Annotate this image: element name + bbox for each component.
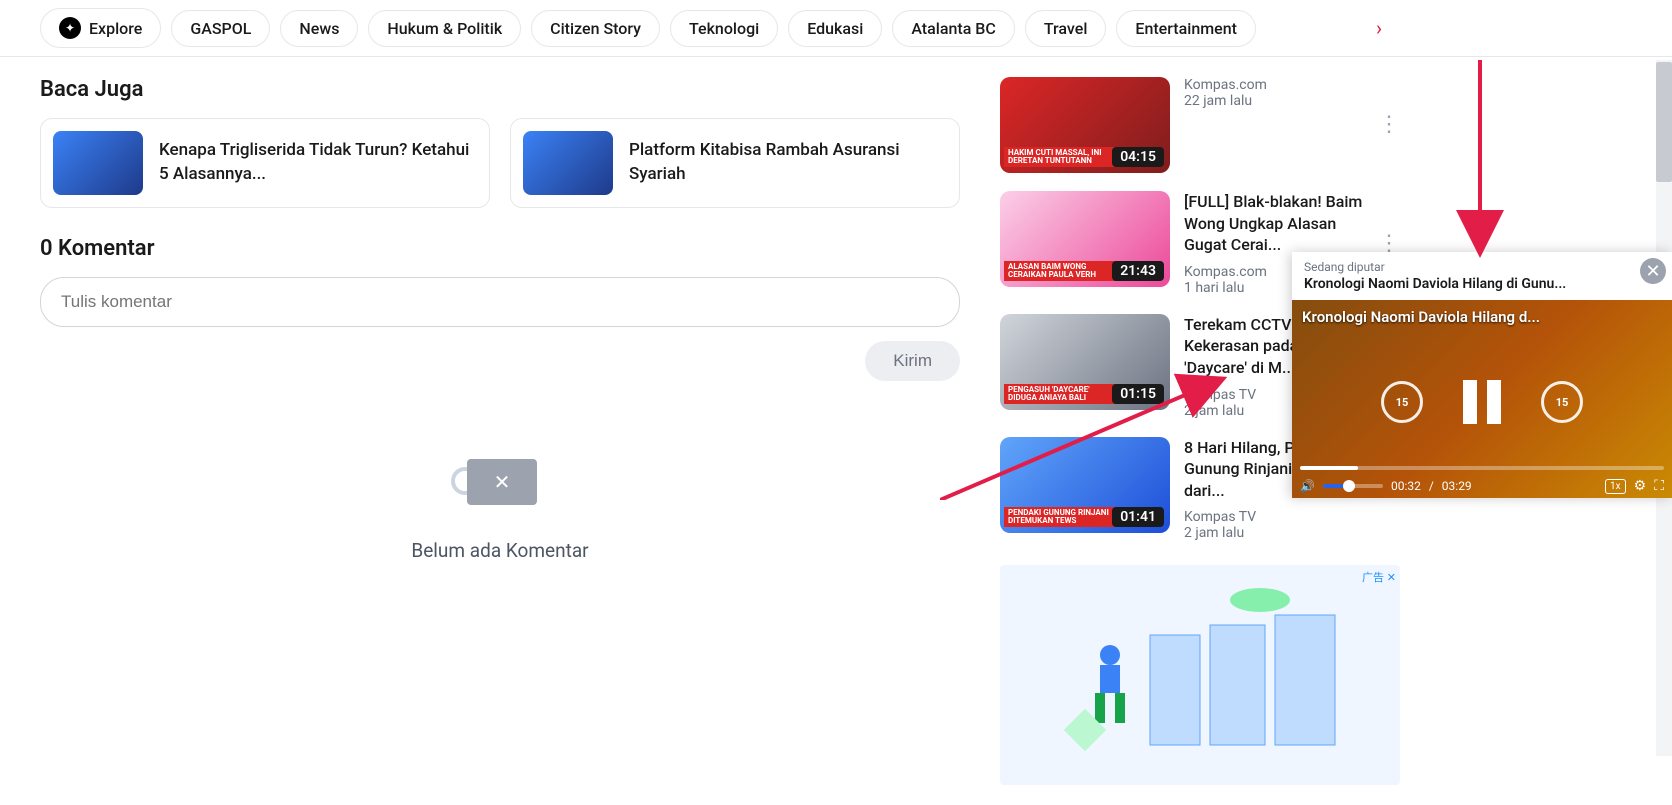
compass-icon: ✦ bbox=[59, 17, 81, 39]
nav-item[interactable]: News bbox=[280, 10, 358, 47]
nav-label: Edukasi bbox=[807, 19, 863, 38]
video-more-icon[interactable]: ⋮ bbox=[1378, 118, 1400, 131]
card-thumb bbox=[523, 131, 613, 195]
video-thumb: HAKIM CUTI MASSAL, INI DERETAN TUNTUTANN… bbox=[1000, 77, 1170, 173]
nav-label: News bbox=[299, 19, 339, 38]
video-caption: HAKIM CUTI MASSAL, INI DERETAN TUNTUTANN bbox=[1004, 147, 1124, 167]
time-total: 03:29 bbox=[1442, 479, 1472, 493]
nav-item[interactable]: Teknologi bbox=[670, 10, 778, 47]
video-source: Kompas.com bbox=[1184, 77, 1364, 93]
baca-juga-title: Baca Juga bbox=[40, 77, 960, 102]
related-cards: Kenapa Trigliserida Tidak Turun? Ketahui… bbox=[40, 118, 960, 208]
video-caption: PENGASUH 'DAYCARE' DIDUGA ANIAYA BALI bbox=[1004, 384, 1124, 404]
video-title: [FULL] Blak-blakan! Baim Wong Ungkap Ala… bbox=[1184, 191, 1364, 256]
player-bottom-controls: 🔊 00:32 / 03:29 1x ⚙ ⛶ bbox=[1300, 478, 1664, 494]
video-duration: 01:41 bbox=[1112, 507, 1164, 527]
scroll-thumb[interactable] bbox=[1656, 62, 1672, 182]
send-row: Kirim bbox=[40, 341, 960, 381]
send-button[interactable]: Kirim bbox=[865, 341, 960, 381]
nav-item[interactable]: Citizen Story bbox=[531, 10, 660, 47]
nav-item[interactable]: Travel bbox=[1025, 10, 1107, 47]
nav-label: GASPOL bbox=[190, 19, 251, 38]
forward-15-icon[interactable]: 15 bbox=[1541, 381, 1583, 423]
nav-label: Citizen Story bbox=[550, 19, 641, 38]
player-close-icon[interactable]: ✕ bbox=[1640, 258, 1666, 284]
progress-bar[interactable] bbox=[1300, 466, 1664, 470]
video-caption: PENDAKI GUNUNG RINJANI DITEMUKAN TEWS bbox=[1004, 507, 1124, 527]
nav-item[interactable]: Entertainment bbox=[1116, 10, 1256, 47]
video-thumb: ALASAN BAIM WONG CERAIKAN PAULA VERH 21:… bbox=[1000, 191, 1170, 287]
nav-item[interactable]: GASPOL bbox=[171, 10, 270, 47]
video-duration: 01:15 bbox=[1112, 384, 1164, 404]
video-time: 2 jam lalu bbox=[1184, 525, 1400, 541]
video-duration: 04:15 bbox=[1112, 147, 1164, 167]
video-time: 22 jam lalu bbox=[1184, 93, 1364, 109]
video-item[interactable]: HAKIM CUTI MASSAL, INI DERETAN TUNTUTANN… bbox=[1000, 77, 1400, 173]
pause-icon[interactable] bbox=[1463, 380, 1501, 424]
player-title: Kronologi Naomi Daviola Hilang di Gunu..… bbox=[1304, 276, 1636, 292]
player-video[interactable]: Kronologi Naomi Daviola Hilang d... 15 1… bbox=[1292, 300, 1672, 498]
video-duration: 21:43 bbox=[1112, 261, 1164, 281]
comments-title: 0 Komentar bbox=[40, 236, 960, 261]
card-thumb bbox=[53, 131, 143, 195]
fullscreen-icon[interactable]: ⛶ bbox=[1654, 478, 1664, 494]
video-more-icon[interactable]: ⋮ bbox=[1378, 237, 1400, 250]
player-overlay-title: Kronologi Naomi Daviola Hilang d... bbox=[1302, 308, 1540, 326]
nav-item[interactable]: Edukasi bbox=[788, 10, 882, 47]
time-current: 00:32 bbox=[1391, 479, 1421, 493]
player-controls: 15 15 bbox=[1292, 380, 1672, 424]
empty-illustration-icon: ✕ bbox=[425, 421, 575, 521]
servers-illustration-icon bbox=[1040, 585, 1360, 765]
speed-badge[interactable]: 1x bbox=[1605, 479, 1626, 494]
nav-label: Teknologi bbox=[689, 19, 759, 38]
empty-text: Belum ada Komentar bbox=[411, 539, 588, 562]
settings-icon[interactable]: ⚙ bbox=[1634, 478, 1647, 494]
nav-explore-label: Explore bbox=[89, 19, 142, 38]
related-card[interactable]: Platform Kitabisa Rambah Asuransi Syaria… bbox=[510, 118, 960, 208]
video-source: Kompas TV bbox=[1184, 509, 1400, 525]
video-info: Kompas.com 22 jam lalu bbox=[1184, 77, 1364, 173]
nav-item[interactable]: Hukum & Politik bbox=[368, 10, 521, 47]
video-thumb: PENGASUH 'DAYCARE' DIDUGA ANIAYA BALI 01… bbox=[1000, 314, 1170, 410]
video-thumb: PENDAKI GUNUNG RINJANI DITEMUKAN TEWS 01… bbox=[1000, 437, 1170, 533]
player-label: Sedang diputar bbox=[1304, 260, 1636, 274]
nav-explore[interactable]: ✦ Explore bbox=[40, 8, 161, 48]
nav-label: Atalanta BC bbox=[911, 19, 996, 38]
floating-video-player: ✕ Sedang diputar Kronologi Naomi Daviola… bbox=[1292, 252, 1672, 498]
left-column: Baca Juga Kenapa Trigliserida Tidak Turu… bbox=[40, 77, 960, 785]
progress-fill bbox=[1300, 466, 1358, 470]
volume-slider[interactable] bbox=[1323, 484, 1383, 488]
ad-label[interactable]: 广告 ✕ bbox=[1362, 569, 1396, 585]
video-caption: ALASAN BAIM WONG CERAIKAN PAULA VERH bbox=[1004, 261, 1124, 281]
nav-item[interactable]: Atalanta BC bbox=[892, 10, 1015, 47]
nav-label: Hukum & Politik bbox=[387, 19, 502, 38]
comment-input[interactable] bbox=[40, 277, 960, 327]
top-navbar: ✦ Explore GASPOL News Hukum & Politik Ci… bbox=[0, 0, 1672, 57]
volume-icon[interactable]: 🔊 bbox=[1300, 479, 1315, 493]
rewind-15-icon[interactable]: 15 bbox=[1381, 381, 1423, 423]
nav-label: Travel bbox=[1044, 19, 1088, 38]
nav-label: Entertainment bbox=[1135, 19, 1237, 38]
card-title: Platform Kitabisa Rambah Asuransi Syaria… bbox=[629, 139, 947, 187]
related-card[interactable]: Kenapa Trigliserida Tidak Turun? Ketahui… bbox=[40, 118, 490, 208]
player-header: Sedang diputar Kronologi Naomi Daviola H… bbox=[1292, 252, 1672, 300]
card-title: Kenapa Trigliserida Tidak Turun? Ketahui… bbox=[159, 139, 477, 187]
ad-banner[interactable]: 广告 ✕ bbox=[1000, 565, 1400, 785]
empty-state: ✕ Belum ada Komentar bbox=[40, 421, 960, 562]
nav-scroll-right-icon[interactable]: › bbox=[1376, 16, 1382, 40]
